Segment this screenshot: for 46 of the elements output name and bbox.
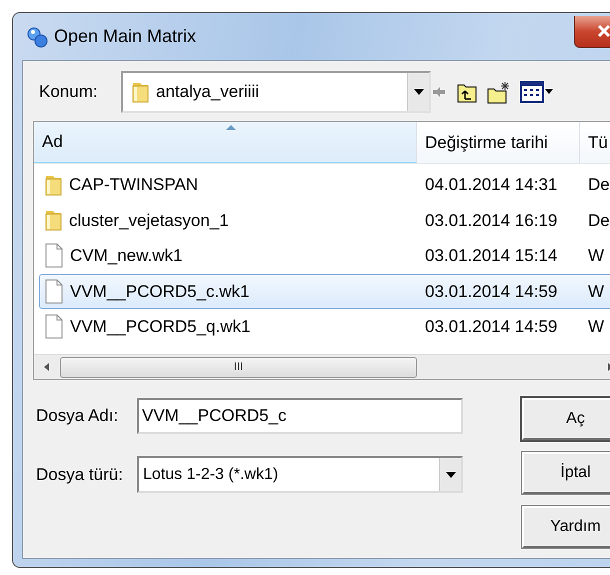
type-cell-text: W bbox=[587, 245, 604, 267]
file-row[interactable]: CVM_new.wk1 03.01.2014 15:14 W bbox=[39, 238, 610, 274]
date-cell-text: 04.01.2014 14:31 bbox=[424, 174, 558, 196]
open-button[interactable]: Aç bbox=[522, 398, 610, 440]
date-cell-text: 03.01.2014 15:14 bbox=[424, 245, 558, 267]
type-cell-text: W bbox=[587, 280, 604, 302]
file-row[interactable]: VVM__PCORD5_c.wk1 03.01.2014 14:59 W bbox=[39, 274, 610, 309]
date-cell-text: 03.01.2014 14:59 bbox=[424, 316, 558, 338]
file-row[interactable]: CAP-TWINSPAN 04.01.2014 14:31 De bbox=[39, 167, 610, 202]
location-combo[interactable]: antalya_veriiii bbox=[121, 71, 431, 113]
file-icon bbox=[44, 278, 64, 304]
folder-icon bbox=[44, 208, 63, 232]
sort-icon bbox=[225, 124, 237, 131]
file-name-field[interactable]: VVM__PCORD5_c bbox=[137, 398, 463, 434]
cancel-button[interactable]: İptal bbox=[522, 452, 610, 494]
type-cell-text: De bbox=[587, 174, 610, 196]
close-icon[interactable] bbox=[596, 23, 610, 39]
file-name: CVM_new.wk1 bbox=[70, 245, 182, 267]
file-icon bbox=[44, 243, 64, 268]
horizontal-scrollbar[interactable]: III bbox=[34, 354, 610, 379]
new-folder-icon[interactable] bbox=[487, 80, 510, 104]
file-row[interactable]: VVM__PCORD5_q.wk1 03.01.2014 14:59 W bbox=[39, 309, 610, 344]
column-header[interactable]: Tü bbox=[580, 122, 610, 163]
file-name: VVM__PCORD5_q.wk1 bbox=[70, 316, 250, 338]
file-type-label: Dosya türü: bbox=[35, 464, 124, 486]
scroll-thumb[interactable]: III bbox=[60, 356, 417, 378]
type-cell-text: De bbox=[587, 210, 610, 232]
date-cell-text: 03.01.2014 16:19 bbox=[424, 210, 558, 232]
file-name: cluster_vejetasyon_1 bbox=[69, 210, 229, 232]
window-title: Open Main Matrix bbox=[54, 25, 196, 48]
column-header[interactable]: Değiştirme tarihi bbox=[417, 122, 580, 163]
folder-icon bbox=[131, 80, 150, 104]
file-icon bbox=[44, 314, 64, 340]
scroll-left-icon[interactable] bbox=[42, 362, 50, 372]
app-icon bbox=[26, 25, 48, 48]
file-name-label: Dosya Adı: bbox=[35, 405, 120, 428]
help-button[interactable]: Yardım bbox=[522, 506, 610, 548]
file-type-dropdown[interactable]: Lotus 1-2-3 (*.wk1) bbox=[137, 456, 463, 493]
location-label: Konum: bbox=[38, 81, 99, 104]
view-menu-icon[interactable] bbox=[520, 80, 554, 104]
file-name: VVM__PCORD5_c.wk1 bbox=[70, 280, 250, 302]
file-row[interactable]: cluster_vejetasyon_1 03.01.2014 16:19 De bbox=[39, 202, 610, 238]
type-cell-text: W bbox=[587, 316, 604, 338]
date-cell-text: 03.01.2014 14:59 bbox=[424, 280, 558, 302]
file-name: CAP-TWINSPAN bbox=[69, 174, 198, 196]
column-header[interactable]: Ad bbox=[34, 122, 417, 163]
